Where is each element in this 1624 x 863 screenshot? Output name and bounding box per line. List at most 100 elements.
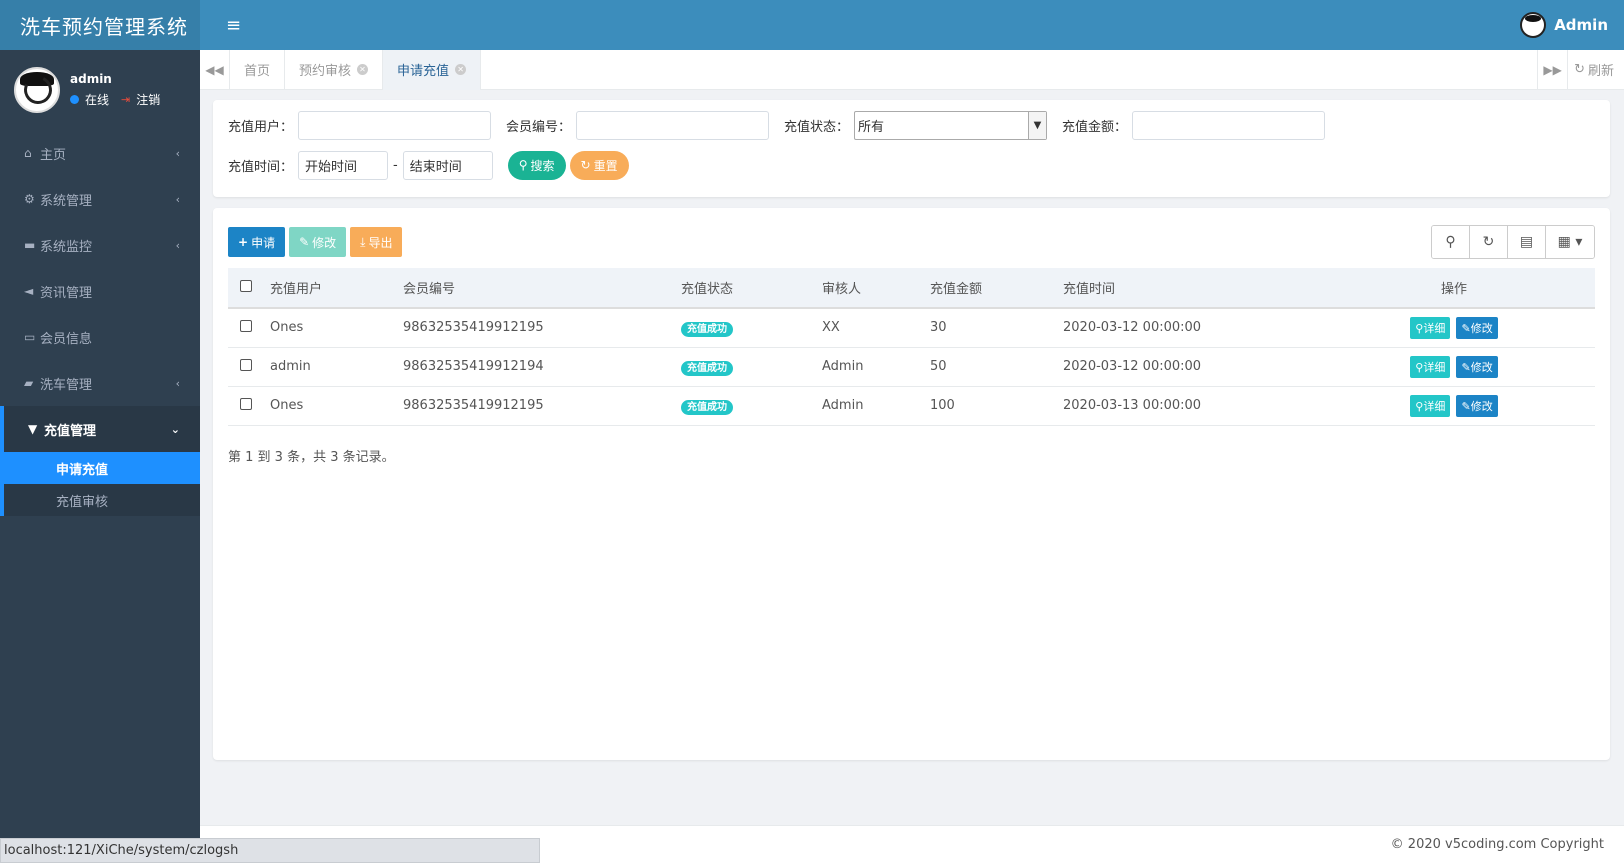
col-header-amount: 充值金额	[930, 268, 1063, 309]
submenu-item-0[interactable]: 申请充值	[4, 452, 200, 484]
online-dot-icon	[70, 95, 79, 104]
edit-button[interactable]: ✎ 修改	[289, 227, 347, 257]
search-button[interactable]: ⚲ 搜索	[507, 150, 566, 180]
user-panel: admin 在线 ⇥ 注销	[0, 50, 200, 130]
tabs-scroll-left-icon[interactable]: ◀◀	[200, 49, 230, 90]
header-username: Admin	[1554, 16, 1608, 34]
sidebar-item-5[interactable]: ▰ 洗车管理 ‹	[0, 360, 200, 406]
cell-time: 2020-03-12 00:00:00	[1063, 347, 1313, 387]
export-button[interactable]: ⤓ 导出	[350, 227, 403, 257]
tab-2[interactable]: 申请充值 ✕	[383, 49, 482, 90]
cell-member-no: 98632535419912195	[403, 386, 681, 426]
select-all-checkbox[interactable]	[240, 279, 252, 292]
tab-0[interactable]: 首页	[230, 49, 286, 90]
pagination-summary: 第 1 到 3 条，共 3 条记录。	[228, 449, 395, 465]
sidebar-item-label: 主页	[40, 147, 67, 163]
sidebar: 洗车预约管理系统 admin 在线 ⇥ 注销 ⌂ 主页 ‹ ⚙ 系统管理 ‹ ▬ 系…	[0, 0, 200, 863]
search-panel: 充值用户： 会员编号： 充值状态： 所有 ▼ 充值金额： 充值时间： 开始时间 …	[213, 100, 1610, 197]
home-icon: ⌂	[24, 146, 32, 160]
row-checkbox[interactable]	[240, 319, 252, 332]
col-header-status: 充值状态	[681, 268, 822, 309]
row-edit-button[interactable]: ✎修改	[1456, 394, 1498, 417]
tab-1[interactable]: 预约审核 ✕	[285, 49, 384, 90]
columns-icon[interactable]: ▦ ▾	[1546, 226, 1594, 258]
sidebar-item-label: 充值管理	[44, 423, 97, 439]
sidebar-item-recharge[interactable]: ▼ 充值管理 ⌄	[0, 406, 200, 452]
cell-reviewer: XX	[822, 308, 930, 348]
sidebar-item-1[interactable]: ⚙ 系统管理 ‹	[0, 176, 200, 222]
copyright-text: © 2020 v5coding.com Copyright	[1390, 837, 1604, 852]
table-refresh-icon[interactable]: ↻	[1470, 226, 1508, 258]
chevron-left-icon: ‹	[175, 238, 180, 252]
row-edit-button-label: 修改	[1470, 360, 1493, 374]
toggle-view-icon[interactable]: ▤	[1508, 226, 1546, 258]
row-checkbox[interactable]	[240, 397, 252, 410]
cell-amount: 50	[930, 347, 1063, 387]
table-panel: + 申请 ✎ 修改 ⤓ 导出 ⚲ ↻ ▤ ▦ ▾ 充值用户 会员编号 充值状态 …	[213, 208, 1610, 760]
add-button-label: 申请	[251, 235, 276, 250]
detail-button-label: 详细	[1423, 399, 1446, 413]
amount-input[interactable]	[1132, 110, 1325, 140]
tabs-scroll-right-icon[interactable]: ▶▶	[1537, 49, 1567, 90]
sidebar-item-3[interactable]: ◄ 资讯管理	[0, 268, 200, 314]
cell-amount: 30	[930, 308, 1063, 348]
member-no-input[interactable]	[576, 110, 769, 140]
add-button[interactable]: + 申请	[228, 227, 286, 257]
row-checkbox[interactable]	[240, 358, 252, 371]
plus-icon: +	[238, 235, 249, 249]
reset-button[interactable]: ↻ 重置	[569, 150, 629, 180]
cell-amount: 100	[930, 386, 1063, 426]
row-edit-button[interactable]: ✎修改	[1456, 316, 1498, 339]
car-icon: ▰	[24, 376, 34, 390]
detail-button-label: 详细	[1423, 321, 1446, 335]
sidebar-item-4[interactable]: ▭ 会员信息	[0, 314, 200, 360]
sidebar-item-0[interactable]: ⌂ 主页 ‹	[0, 130, 200, 176]
header-avatar	[1520, 12, 1547, 38]
chevron-down-icon: ⌄	[170, 422, 180, 436]
close-icon[interactable]: ✕	[455, 64, 467, 75]
chevron-down-icon: ▼	[1028, 111, 1046, 139]
cell-reviewer: Admin	[822, 347, 930, 387]
end-time-input[interactable]: 结束时间	[402, 150, 493, 180]
user-label: 充值用户：	[228, 119, 294, 135]
time-separator: -	[393, 157, 398, 173]
detail-button[interactable]: ⚲详细	[1410, 355, 1451, 378]
cell-time: 2020-03-13 00:00:00	[1063, 386, 1313, 426]
table-search-icon[interactable]: ⚲	[1432, 226, 1470, 258]
menu-toggle-icon[interactable]: ≡	[226, 15, 246, 36]
submenu-item-1[interactable]: 充值审核	[4, 484, 200, 516]
online-status: 在线	[85, 93, 110, 107]
refresh-icon: ↻	[1574, 62, 1585, 77]
table-row: Ones 98632535419912195 充值成功 Admin 100 20…	[228, 386, 1595, 426]
user-input[interactable]	[298, 110, 491, 140]
bullhorn-icon: ◄	[24, 284, 34, 298]
detail-button[interactable]: ⚲详细	[1410, 316, 1451, 339]
close-icon[interactable]: ✕	[357, 64, 369, 75]
row-edit-button[interactable]: ✎修改	[1456, 355, 1498, 378]
user-name: admin	[70, 72, 112, 86]
refresh-icon: ↻	[580, 158, 591, 172]
header-user-menu[interactable]: Admin	[1520, 12, 1608, 38]
table-tools: ⚲ ↻ ▤ ▦ ▾	[1431, 225, 1595, 259]
status-select-value: 所有	[858, 119, 885, 135]
sidebar-menu: ⌂ 主页 ‹ ⚙ 系统管理 ‹ ▬ 系统监控 ‹ ◄ 资讯管理 ▭ 会员信息 ▰ 洗车…	[0, 130, 200, 516]
start-time-placeholder: 开始时间	[305, 159, 358, 175]
start-time-input[interactable]: 开始时间	[298, 150, 388, 180]
cell-user: admin	[270, 347, 403, 387]
sidebar-item-label: 洗车管理	[40, 377, 93, 393]
logout-icon[interactable]: ⇥	[121, 93, 130, 106]
row-edit-button-label: 修改	[1470, 399, 1493, 413]
col-header-user: 充值用户	[270, 268, 403, 309]
cell-time: 2020-03-12 00:00:00	[1063, 308, 1313, 348]
tab-label: 预约审核	[299, 64, 352, 79]
refresh-button[interactable]: ↻ 刷新	[1567, 49, 1624, 90]
logout-link[interactable]: 注销	[136, 91, 160, 108]
sidebar-item-2[interactable]: ▬ 系统监控 ‹	[0, 222, 200, 268]
edit-icon: ✎	[1461, 399, 1471, 413]
app-title: 洗车预约管理系统	[0, 0, 200, 50]
detail-button[interactable]: ⚲详细	[1410, 394, 1451, 417]
tab-label: 首页	[244, 64, 271, 79]
table-row: Ones 98632535419912195 充值成功 XX 30 2020-0…	[228, 308, 1595, 348]
status-badge: 充值成功	[681, 360, 733, 376]
status-select[interactable]: 所有 ▼	[854, 110, 1047, 140]
